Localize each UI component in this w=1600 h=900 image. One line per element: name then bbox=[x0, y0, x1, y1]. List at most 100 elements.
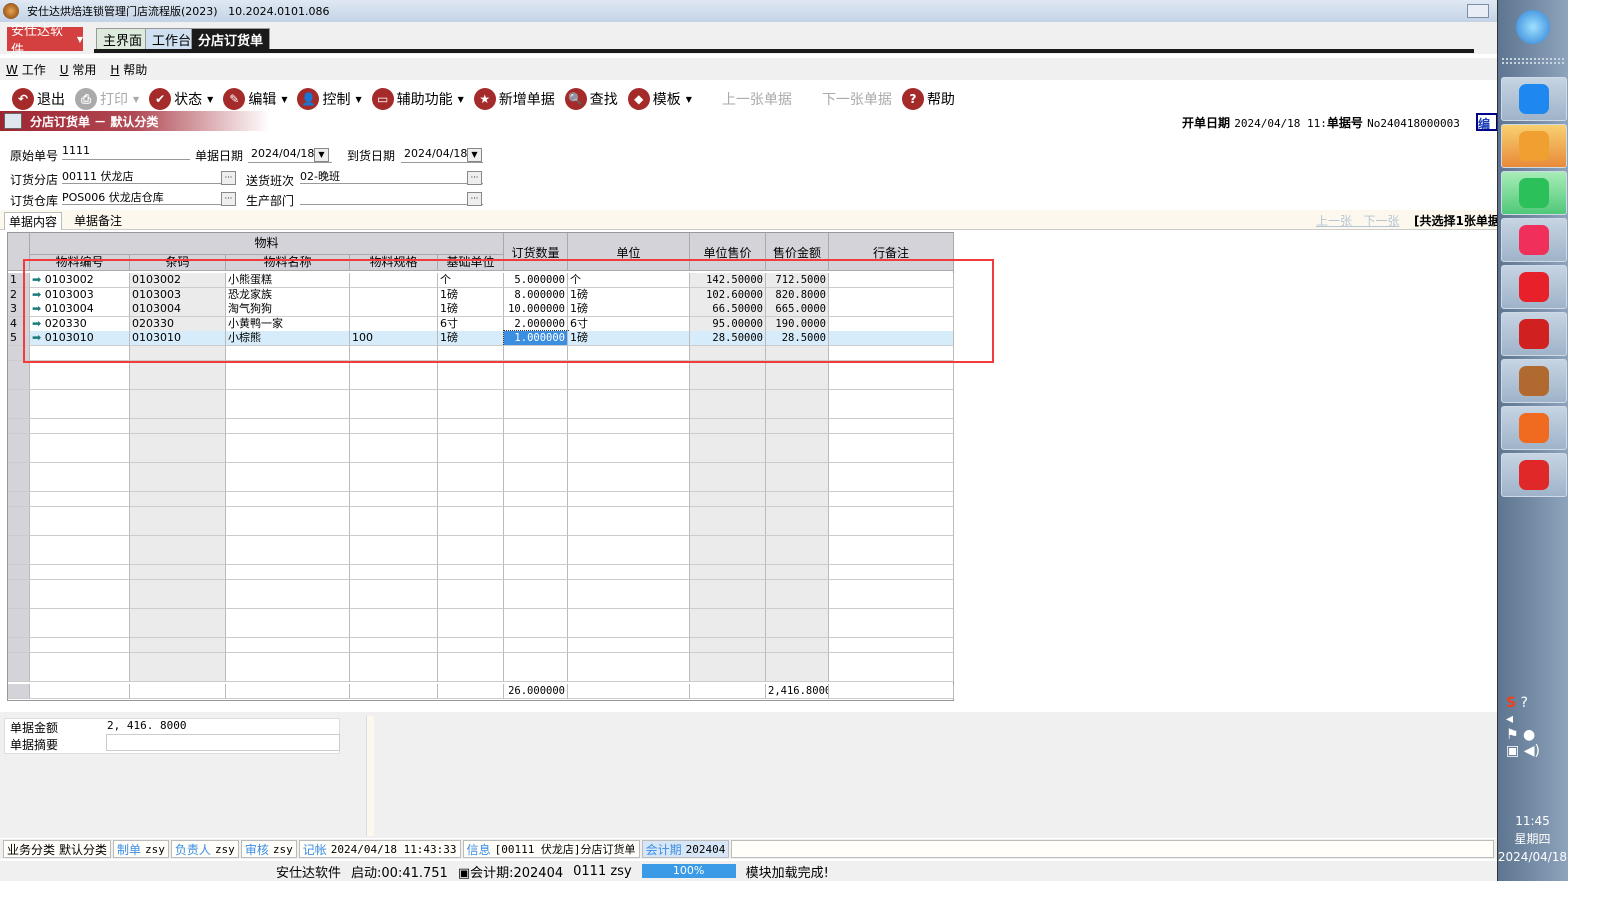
grid-cell[interactable] bbox=[350, 302, 438, 318]
grid-cell[interactable] bbox=[829, 608, 954, 624]
grid-cell[interactable] bbox=[226, 638, 350, 653]
grid-cell[interactable] bbox=[829, 316, 954, 332]
grid-cell[interactable] bbox=[829, 579, 954, 595]
grid-cell[interactable] bbox=[568, 404, 690, 420]
grid-cell[interactable] bbox=[226, 389, 350, 405]
grid-cell[interactable]: 个 bbox=[438, 273, 504, 288]
grid-cell[interactable] bbox=[568, 565, 690, 580]
browse-ellipsis-icon[interactable]: ··· bbox=[467, 192, 482, 206]
grid-cell[interactable] bbox=[766, 360, 829, 376]
grid-cell[interactable]: 0103004 bbox=[130, 302, 226, 318]
grid-cell[interactable]: ➡ 0103002 bbox=[30, 273, 130, 288]
grid-cell[interactable] bbox=[504, 565, 568, 580]
toolbar-button-6[interactable]: ★ 新增单据 bbox=[473, 88, 555, 110]
grid-cell[interactable]: 6寸 bbox=[438, 316, 504, 332]
start-orb-icon[interactable] bbox=[1516, 10, 1550, 44]
grid-cell[interactable] bbox=[568, 477, 690, 493]
grid-cell[interactable] bbox=[30, 594, 130, 610]
grid-cell[interactable] bbox=[226, 433, 350, 449]
grid-cell[interactable] bbox=[829, 638, 954, 653]
grid-cell[interactable] bbox=[829, 273, 954, 288]
grid-cell[interactable] bbox=[766, 375, 829, 391]
grid-cell[interactable] bbox=[504, 550, 568, 566]
grid-cell[interactable] bbox=[504, 667, 568, 683]
grid-cell[interactable] bbox=[766, 623, 829, 639]
grid-cell[interactable]: 小黄鸭一家 bbox=[226, 316, 350, 332]
grid-cell[interactable] bbox=[130, 419, 226, 434]
grid-cell[interactable] bbox=[226, 375, 350, 391]
grid-cell[interactable] bbox=[130, 535, 226, 551]
orig-no-input[interactable]: 1111 bbox=[62, 144, 190, 160]
column-header[interactable]: 条码 bbox=[130, 255, 226, 271]
grid-cell[interactable] bbox=[438, 623, 504, 639]
grid-cell[interactable] bbox=[829, 652, 954, 668]
grid-cell[interactable] bbox=[690, 375, 766, 391]
grid-cell[interactable] bbox=[766, 448, 829, 464]
toolbar-button-10[interactable]: 下一张单据 bbox=[822, 89, 892, 109]
grid-cell[interactable] bbox=[829, 419, 954, 434]
grid-cell[interactable] bbox=[130, 433, 226, 449]
grid-cell[interactable] bbox=[350, 404, 438, 420]
grid-cell[interactable]: 1磅 bbox=[438, 287, 504, 303]
grid-cell[interactable]: ➡ 0103003 bbox=[30, 287, 130, 303]
grid-cell[interactable] bbox=[568, 433, 690, 449]
dropdown-arrow-icon[interactable]: ▼ bbox=[314, 148, 329, 162]
grid-cell[interactable] bbox=[766, 550, 829, 566]
grid-cell[interactable] bbox=[690, 521, 766, 537]
grid-cell[interactable] bbox=[30, 419, 130, 434]
grid-cell[interactable] bbox=[504, 448, 568, 464]
grid-cell[interactable]: 5.000000 bbox=[504, 273, 568, 288]
grid-cell[interactable] bbox=[350, 477, 438, 493]
grid-cell[interactable] bbox=[690, 448, 766, 464]
edit-badge[interactable]: 编号 bbox=[1476, 113, 1498, 131]
grid-cell[interactable] bbox=[690, 419, 766, 434]
grid-cell[interactable]: ➡ 0103010 bbox=[30, 331, 130, 347]
grid-cell[interactable] bbox=[568, 535, 690, 551]
grid-cell[interactable] bbox=[30, 652, 130, 668]
toolbar-button-9[interactable]: 上一张单据 bbox=[722, 89, 792, 109]
grid-cell[interactable] bbox=[690, 608, 766, 624]
grid-cell[interactable] bbox=[504, 375, 568, 391]
grid-cell[interactable] bbox=[130, 375, 226, 391]
column-header[interactable]: 基础单位 bbox=[438, 255, 504, 271]
grid-cell[interactable] bbox=[226, 594, 350, 610]
grid-cell[interactable] bbox=[568, 550, 690, 566]
grid-cell[interactable] bbox=[829, 594, 954, 610]
grid-cell[interactable] bbox=[568, 667, 690, 683]
grid-cell[interactable]: 28.5000 bbox=[766, 331, 829, 347]
grid-cell[interactable] bbox=[30, 638, 130, 653]
column-header[interactable]: 物料编号 bbox=[30, 255, 130, 271]
grid-cell[interactable] bbox=[504, 506, 568, 522]
grid-cell[interactable] bbox=[438, 477, 504, 493]
taskbar-app-button[interactable] bbox=[1501, 453, 1567, 497]
grid-cell[interactable] bbox=[568, 652, 690, 668]
grid-cell[interactable]: 1磅 bbox=[438, 331, 504, 347]
grid-cell[interactable] bbox=[438, 506, 504, 522]
grid-cell[interactable] bbox=[438, 492, 504, 507]
grid-cell[interactable]: 712.5000 bbox=[766, 273, 829, 288]
grid-cell[interactable] bbox=[690, 652, 766, 668]
grid-cell[interactable] bbox=[690, 462, 766, 478]
grid-cell[interactable] bbox=[130, 667, 226, 683]
qq-icon[interactable]: ● bbox=[1523, 727, 1535, 743]
help-tray-icon[interactable]: ? bbox=[1521, 695, 1528, 711]
grid-cell[interactable]: 0103010 bbox=[130, 331, 226, 347]
grid-cell[interactable] bbox=[690, 638, 766, 653]
browse-ellipsis-icon[interactable]: ··· bbox=[221, 192, 236, 206]
grid-cell[interactable] bbox=[690, 404, 766, 420]
grid-cell[interactable] bbox=[829, 521, 954, 537]
grid-cell[interactable] bbox=[30, 565, 130, 580]
taskbar-app-button[interactable] bbox=[1501, 171, 1567, 215]
grid-cell[interactable] bbox=[504, 433, 568, 449]
grid-cell[interactable] bbox=[829, 433, 954, 449]
grid-cell[interactable] bbox=[568, 608, 690, 624]
grid-cell[interactable] bbox=[350, 492, 438, 507]
grid-cell[interactable] bbox=[568, 462, 690, 478]
taskbar-app-button[interactable] bbox=[1501, 265, 1567, 309]
grid-cell[interactable] bbox=[766, 492, 829, 507]
grid-cell[interactable] bbox=[504, 623, 568, 639]
toolbar-button-0[interactable]: ↶ 退出 bbox=[12, 88, 65, 110]
grid-cell[interactable] bbox=[350, 623, 438, 639]
grid-cell[interactable] bbox=[30, 375, 130, 391]
grid-cell[interactable] bbox=[690, 360, 766, 376]
